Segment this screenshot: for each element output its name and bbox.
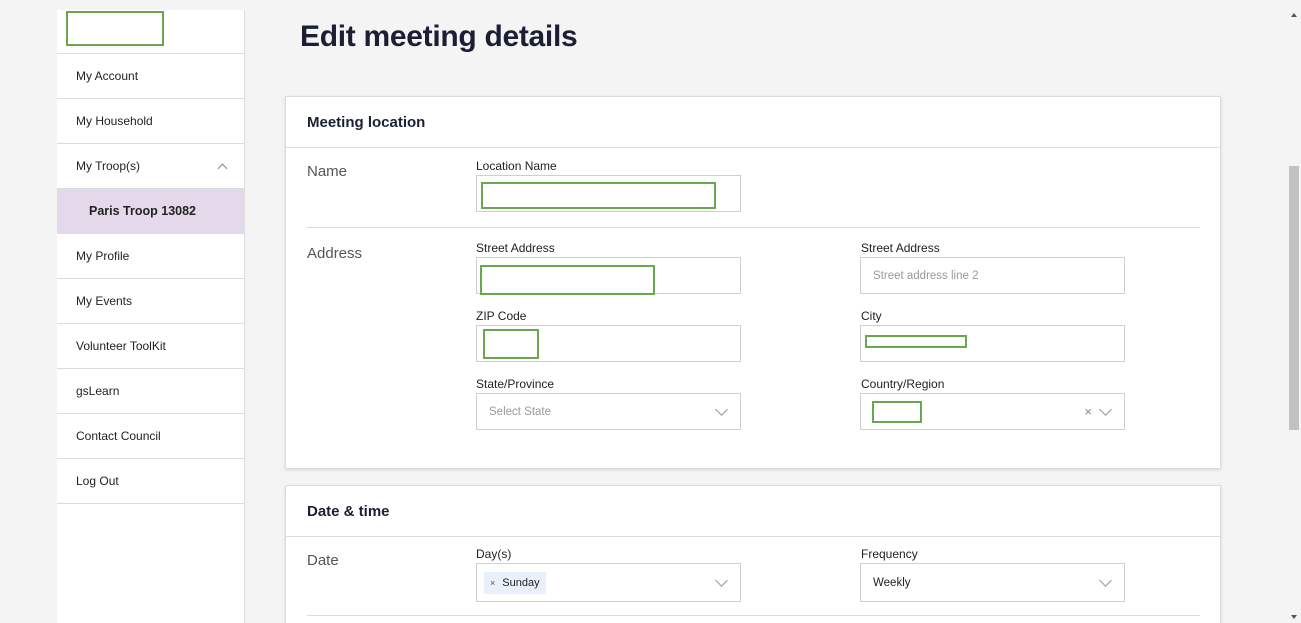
chevron-down-icon[interactable] bbox=[1099, 403, 1112, 416]
state-province-label: State/Province bbox=[476, 377, 555, 391]
page-title: Edit meeting details bbox=[300, 20, 578, 53]
sidebar-item-my-profile[interactable]: My Profile bbox=[57, 234, 244, 279]
sidebar-item-label: My Profile bbox=[76, 249, 130, 263]
day-tag-label: Sunday bbox=[502, 576, 540, 589]
street-address-input[interactable] bbox=[476, 257, 741, 295]
redacted-value bbox=[872, 401, 922, 423]
sidebar-header bbox=[57, 10, 244, 54]
meeting-location-header: Meeting location bbox=[286, 97, 1220, 148]
redacted-value bbox=[481, 182, 716, 209]
street-address-2-input[interactable]: Street address line 2 bbox=[860, 257, 1125, 294]
sidebar-item-label: My Household bbox=[76, 114, 153, 128]
redacted-value bbox=[483, 329, 539, 359]
street-address-2-label: Street Address bbox=[861, 241, 940, 255]
sidebar-item-my-household[interactable]: My Household bbox=[57, 99, 244, 144]
zip-code-label: ZIP Code bbox=[476, 309, 527, 323]
meeting-location-card: Meeting location Name Location Name Addr… bbox=[285, 96, 1221, 469]
redacted-logo bbox=[66, 11, 164, 46]
sidebar-item-my-events[interactable]: My Events bbox=[57, 279, 244, 324]
chevron-up-icon[interactable] bbox=[217, 163, 228, 173]
frequency-select[interactable]: Weekly bbox=[860, 563, 1125, 602]
scrollbar-thumb[interactable] bbox=[1289, 166, 1299, 430]
redacted-value bbox=[865, 335, 967, 348]
days-label: Day(s) bbox=[476, 547, 512, 561]
chevron-down-icon[interactable] bbox=[715, 574, 728, 587]
sidebar-item-my-troops[interactable]: My Troop(s) bbox=[57, 144, 244, 189]
sidebar-item-label: gsLearn bbox=[76, 384, 120, 398]
sidebar-item-label: My Account bbox=[76, 69, 139, 83]
sidebar-item-label: Contact Council bbox=[76, 429, 161, 443]
date-time-header: Date & time bbox=[286, 486, 1220, 537]
scroll-up-icon[interactable] bbox=[1291, 13, 1297, 17]
sidebar-item-label: Volunteer ToolKit bbox=[76, 339, 166, 353]
date-time-card: Date & time Date Day(s) × Sunday Frequen… bbox=[285, 485, 1221, 623]
page-scrollbar[interactable] bbox=[1287, 0, 1301, 623]
zip-code-input[interactable] bbox=[476, 325, 741, 362]
city-input[interactable] bbox=[860, 325, 1125, 362]
section-divider bbox=[307, 615, 1200, 616]
state-province-select[interactable]: Select State bbox=[476, 393, 741, 430]
day-tag: × Sunday bbox=[484, 571, 546, 594]
street-address-label: Street Address bbox=[476, 241, 555, 255]
sidebar: My Account My Household My Troop(s) Pari… bbox=[57, 10, 245, 623]
sidebar-item-log-out[interactable]: Log Out bbox=[57, 459, 244, 504]
location-name-label: Location Name bbox=[476, 159, 557, 173]
address-row-label: Address bbox=[307, 245, 363, 262]
sidebar-item-contact-council[interactable]: Contact Council bbox=[57, 414, 244, 459]
scroll-down-icon[interactable] bbox=[1291, 615, 1297, 619]
sidebar-item-my-account[interactable]: My Account bbox=[57, 54, 244, 99]
city-label: City bbox=[861, 309, 882, 323]
country-region-select[interactable]: × bbox=[860, 393, 1125, 430]
remove-tag-icon[interactable]: × bbox=[490, 578, 495, 588]
sidebar-item-label: Log Out bbox=[76, 474, 119, 488]
clear-icon[interactable]: × bbox=[1084, 404, 1092, 419]
sidebar-item-gslearn[interactable]: gsLearn bbox=[57, 369, 244, 414]
name-row-label: Name bbox=[307, 163, 348, 180]
sidebar-item-volunteer-toolkit[interactable]: Volunteer ToolKit bbox=[57, 324, 244, 369]
sidebar-item-label: My Troop(s) bbox=[76, 159, 141, 173]
location-name-input[interactable] bbox=[476, 175, 741, 212]
frequency-value: Weekly bbox=[873, 576, 911, 589]
redacted-value bbox=[480, 265, 655, 295]
chevron-down-icon[interactable] bbox=[1099, 574, 1112, 587]
country-region-label: Country/Region bbox=[861, 377, 945, 391]
sidebar-item-paris-troop[interactable]: Paris Troop 13082 bbox=[57, 189, 244, 234]
state-placeholder: Select State bbox=[489, 405, 552, 418]
date-row-label: Date bbox=[307, 552, 339, 569]
section-divider bbox=[307, 227, 1200, 228]
days-select[interactable]: × Sunday bbox=[476, 563, 741, 602]
sidebar-item-label: My Events bbox=[76, 294, 133, 308]
sidebar-item-label: Paris Troop 13082 bbox=[89, 204, 197, 218]
chevron-down-icon[interactable] bbox=[715, 403, 728, 416]
frequency-label: Frequency bbox=[861, 547, 918, 561]
